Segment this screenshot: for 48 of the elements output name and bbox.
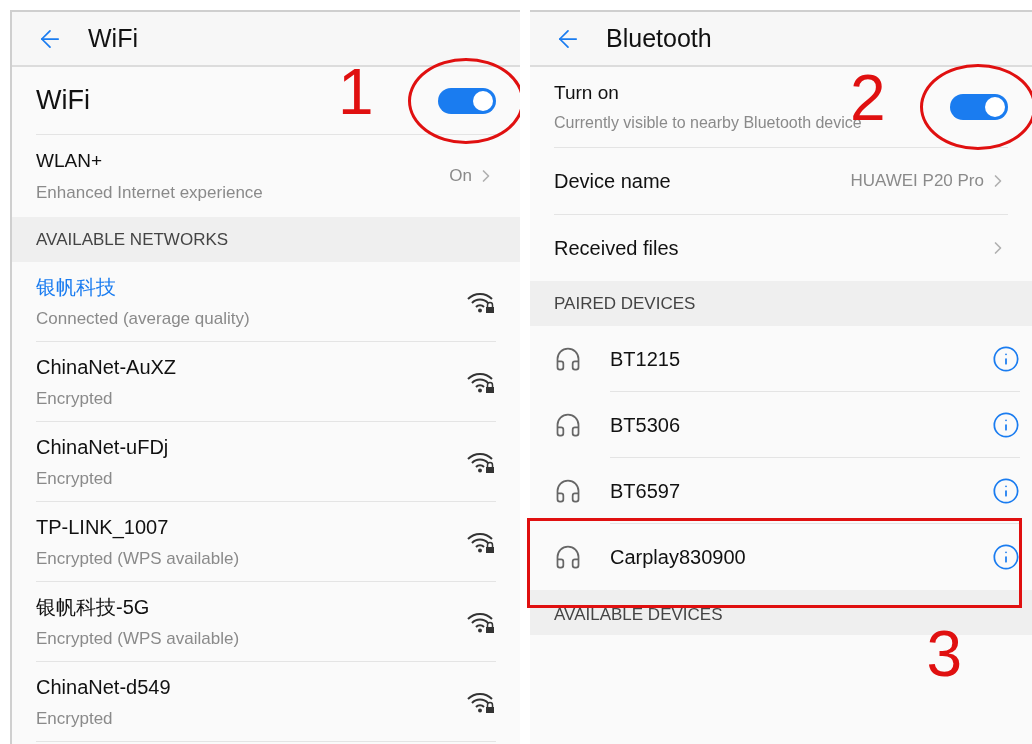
device-name[interactable]: BT1215: [610, 343, 681, 374]
section-header: PAIRED DEVICES: [530, 281, 1032, 326]
network-row[interactable]: 银帆科技-5G Encrypted (WPS available): [36, 582, 496, 662]
device-name[interactable]: Carplay830900: [610, 542, 746, 572]
received-files-row[interactable]: Received files: [530, 215, 1032, 281]
toggle-switch[interactable]: [950, 94, 1008, 120]
network-name: TP-LINK_1007: [36, 514, 170, 541]
setting-label: WLAN+: [36, 149, 103, 173]
setting-label: Device name: [554, 169, 671, 194]
wlan-plus-row[interactable]: WLAN+ Enhanced Internet experience On: [12, 135, 520, 217]
device-name[interactable]: BT5306: [610, 409, 681, 440]
network-row[interactable]: ChinaNet-uFDj Encrypted: [36, 422, 496, 502]
network-status: Encrypted (WPS available): [36, 547, 240, 570]
section-header: AVAILABLE NETWORKS: [12, 217, 520, 262]
network-row[interactable]: 银帆科技 Connected (average quality): [36, 262, 496, 342]
network-status: Encrypted: [36, 387, 114, 410]
network-status: Encrypted: [36, 467, 114, 490]
device-name-row[interactable]: Device name HUAWEI P20 Pro: [530, 148, 1032, 214]
headphones-icon: [554, 477, 582, 505]
headphones-icon: [554, 345, 582, 373]
setting-value: HUAWEI P20 Pro: [850, 170, 984, 193]
info-icon[interactable]: [992, 543, 1020, 571]
network-name: ChinaNet-d549: [36, 674, 171, 700]
setting-label: Received files: [554, 236, 679, 261]
network-name: 银帆科技-5G: [36, 594, 151, 620]
device-name[interactable]: BT6597: [610, 475, 681, 506]
network-status: Connected (average quality): [36, 307, 250, 330]
toggle-switch[interactable]: [438, 87, 496, 114]
screen-title: WiFi: [88, 22, 138, 54]
headphones-icon: [554, 411, 582, 439]
info-icon[interactable]: [992, 410, 1020, 439]
setting-label: Turn on: [554, 80, 620, 105]
info-icon[interactable]: [992, 344, 1020, 373]
network-name: ChinaNet-uFDj: [36, 434, 169, 460]
network-status: Encrypted: [36, 707, 114, 730]
network-row[interactable]: TP-LINK_1007 Encrypted (WPS available): [36, 502, 496, 582]
setting-value: On: [449, 165, 472, 188]
setting-subtitle: Enhanced Internet experience: [36, 181, 263, 204]
network-row[interactable]: ChinaNet-d549 Encrypted: [36, 662, 496, 742]
network-name: 银帆科技: [36, 274, 117, 300]
screen-title: Bluetooth: [606, 22, 712, 54]
network-row[interactable]: ChinaNet-AuXZ Encrypted: [36, 342, 496, 422]
info-icon[interactable]: [992, 476, 1020, 505]
annotation-number: 1: [338, 59, 374, 124]
headphones-icon: [554, 543, 582, 571]
network-status: Encrypted (WPS available): [36, 627, 240, 650]
wifi-label: WiFi: [36, 84, 90, 118]
network-name: ChinaNet-AuXZ: [36, 354, 177, 380]
